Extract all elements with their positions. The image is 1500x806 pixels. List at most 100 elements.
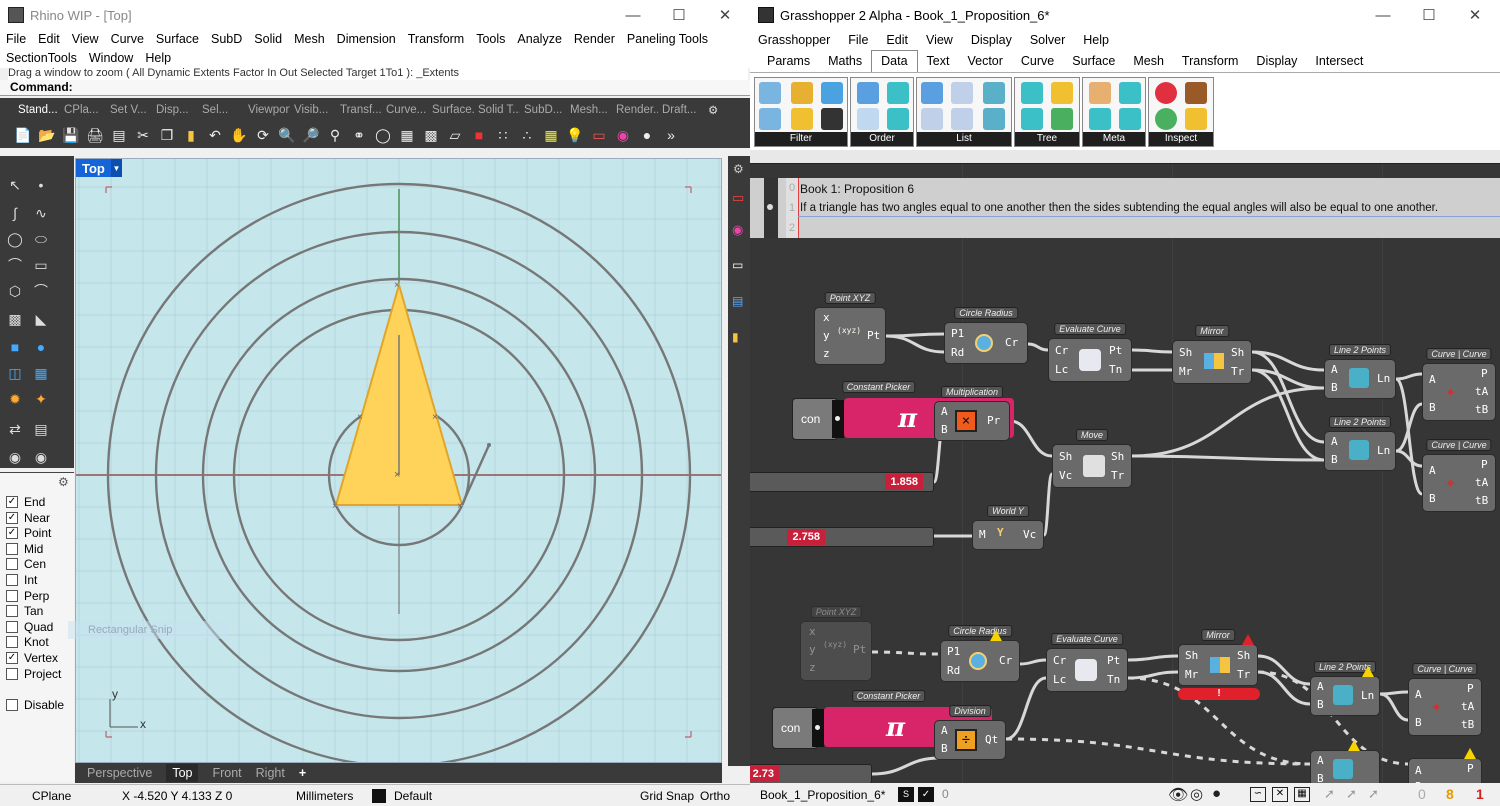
output-sh[interactable]: Sh: [1237, 650, 1250, 662]
add-viewport-button[interactable]: +: [299, 766, 306, 780]
preview-eye-icon[interactable]: 👁: [1168, 785, 1188, 805]
toolbar-tab-viewport[interactable]: Viewport...: [248, 104, 290, 116]
list-item-icon[interactable]: [921, 82, 943, 104]
output-tb[interactable]: tB: [1475, 404, 1488, 416]
cull-pattern-icon[interactable]: [821, 108, 843, 130]
toolbar-tab-curve[interactable]: Curve...: [386, 104, 428, 116]
dock-lock-icon[interactable]: ▮: [732, 330, 739, 344]
osnap-checkbox[interactable]: [6, 542, 18, 555]
pin-icon[interactable]: ➚: [1324, 786, 1335, 802]
output-p[interactable]: P: [1481, 368, 1488, 380]
dock-layers-icon[interactable]: ▭: [732, 190, 744, 206]
count-errors[interactable]: 1: [1476, 786, 1484, 802]
input-lc[interactable]: Lc: [1053, 674, 1066, 686]
status-units[interactable]: Millimeters: [296, 789, 353, 803]
gh-menu-view[interactable]: View: [926, 33, 953, 47]
gh-menu-grasshopper[interactable]: Grasshopper: [758, 33, 830, 47]
output-qt[interactable]: Qt: [985, 734, 998, 746]
input-b[interactable]: B: [941, 424, 948, 436]
osnap-near[interactable]: ✓ Near: [6, 511, 50, 525]
output-sh[interactable]: Sh: [1231, 347, 1244, 359]
output-pr[interactable]: Pr: [987, 415, 1000, 427]
input-z[interactable]: z: [809, 662, 816, 674]
output-ln[interactable]: Ln: [1377, 445, 1390, 457]
gh-canvas[interactable]: 0 1 2 Book 1: Proposition 6 If a triangl…: [750, 163, 1500, 798]
output-tb[interactable]: tB: [1461, 719, 1474, 731]
output-ln[interactable]: Ln: [1361, 690, 1374, 702]
input-b[interactable]: B: [941, 743, 948, 755]
sort-list-icon[interactable]: [857, 82, 879, 104]
box-icon[interactable]: ■: [4, 336, 26, 358]
pull-icon[interactable]: ➚: [1368, 786, 1379, 802]
slider-3-value[interactable]: 2.73: [750, 766, 779, 782]
input-mr[interactable]: Mr: [1179, 366, 1192, 378]
inspect-search-icon[interactable]: [1155, 82, 1177, 104]
sphere-icon[interactable]: ●: [30, 336, 52, 358]
meta-data-icon[interactable]: [1089, 82, 1111, 104]
osnap-cen[interactable]: Cen: [6, 557, 46, 571]
toolbar-tab-display[interactable]: Disp...: [156, 104, 198, 116]
dock-gear-icon[interactable]: ⚙: [733, 162, 744, 176]
point-xyz-component-2[interactable]: Point XYZ x y z (xyz) Pt: [800, 606, 872, 681]
undo-icon[interactable]: ↶: [204, 124, 226, 146]
name-tag-icon[interactable]: [1089, 108, 1111, 130]
input-a[interactable]: A: [1317, 681, 1324, 693]
cut-icon[interactable]: ✂: [132, 124, 154, 146]
point-icon[interactable]: •: [30, 174, 52, 196]
menu-paneling-tools[interactable]: Paneling Tools: [627, 30, 708, 49]
gh-tab-maths[interactable]: Maths: [819, 51, 871, 72]
zoom-extents-icon[interactable]: ⚲: [324, 124, 346, 146]
top-viewport[interactable]: × × × × × × x y Rectangular Snip: [68, 158, 722, 763]
curve-cv-icon[interactable]: ∿: [30, 202, 52, 224]
osnap-checkbox[interactable]: [6, 589, 18, 602]
warning-badge-icon[interactable]: [990, 630, 1002, 641]
output-pt[interactable]: Pt: [1109, 345, 1122, 357]
gh-tab-mesh[interactable]: Mesh: [1124, 51, 1173, 72]
output-cr[interactable]: Cr: [1005, 337, 1018, 349]
solver-icon[interactable]: S: [898, 787, 914, 802]
menu-analyze[interactable]: Analyze: [517, 30, 561, 49]
gh-tab-curve[interactable]: Curve: [1012, 51, 1063, 72]
dock-display-icon[interactable]: ▭: [732, 258, 743, 272]
osnap-checkbox[interactable]: ✓: [6, 652, 18, 664]
reverse-icon[interactable]: [887, 82, 909, 104]
osnap-checkbox[interactable]: ✓: [6, 527, 18, 540]
input-b[interactable]: B: [1331, 454, 1338, 466]
graft-icon[interactable]: [1021, 82, 1043, 104]
points-on-icon[interactable]: ∴: [516, 124, 538, 146]
input-a[interactable]: A: [1429, 374, 1436, 386]
toolbar-tab-subd[interactable]: SubD...: [524, 104, 566, 116]
shaded-sphere-icon[interactable]: ●: [1212, 785, 1221, 802]
osnap-tan[interactable]: Tan: [6, 604, 43, 618]
osnap-checkbox[interactable]: ✓: [6, 511, 18, 524]
gh-tab-text[interactable]: Text: [918, 51, 959, 72]
point-xyz-component[interactable]: Point XYZ x y z (xyz) Pt: [814, 292, 886, 365]
output-ta[interactable]: tA: [1461, 701, 1474, 713]
gh-menu-help[interactable]: Help: [1083, 33, 1109, 47]
slider-2-value[interactable]: 2.758: [787, 529, 825, 545]
inspect-check-icon[interactable]: [1155, 108, 1177, 130]
input-cr[interactable]: Cr: [1055, 345, 1068, 357]
osnap-checkbox[interactable]: [6, 667, 18, 680]
line-2-points-component-c[interactable]: Line 2 Points A B Ln: [1310, 661, 1380, 716]
mirror-component-2[interactable]: Mirror Sh Mr Sh Tr: [1178, 629, 1258, 686]
viewport-title-tab[interactable]: Top ▼: [76, 159, 122, 177]
input-vc[interactable]: Vc: [1059, 470, 1072, 482]
osnap-disable[interactable]: Disable: [6, 698, 64, 712]
barrel-icon[interactable]: [1185, 82, 1207, 104]
menu-subd[interactable]: SubD: [211, 30, 242, 49]
input-a[interactable]: A: [1415, 689, 1422, 701]
split-list-icon[interactable]: [921, 108, 943, 130]
layer-icon[interactable]: ▭: [588, 124, 610, 146]
circle-icon[interactable]: ◯: [4, 228, 26, 250]
list-length-icon[interactable]: [951, 82, 973, 104]
circle-radius-component-2[interactable]: Circle Radius P1 Rd Cr: [940, 625, 1020, 682]
gate-icon[interactable]: [791, 82, 813, 104]
error-badge-icon[interactable]: [1242, 634, 1254, 645]
input-a[interactable]: A: [941, 725, 948, 737]
output-sh[interactable]: Sh: [1111, 451, 1124, 463]
explode-icon[interactable]: ✦: [30, 388, 52, 410]
osnap-knot[interactable]: Knot: [6, 635, 49, 649]
simplify-icon[interactable]: [1021, 108, 1043, 130]
transform-icon[interactable]: ⇄: [4, 418, 26, 440]
